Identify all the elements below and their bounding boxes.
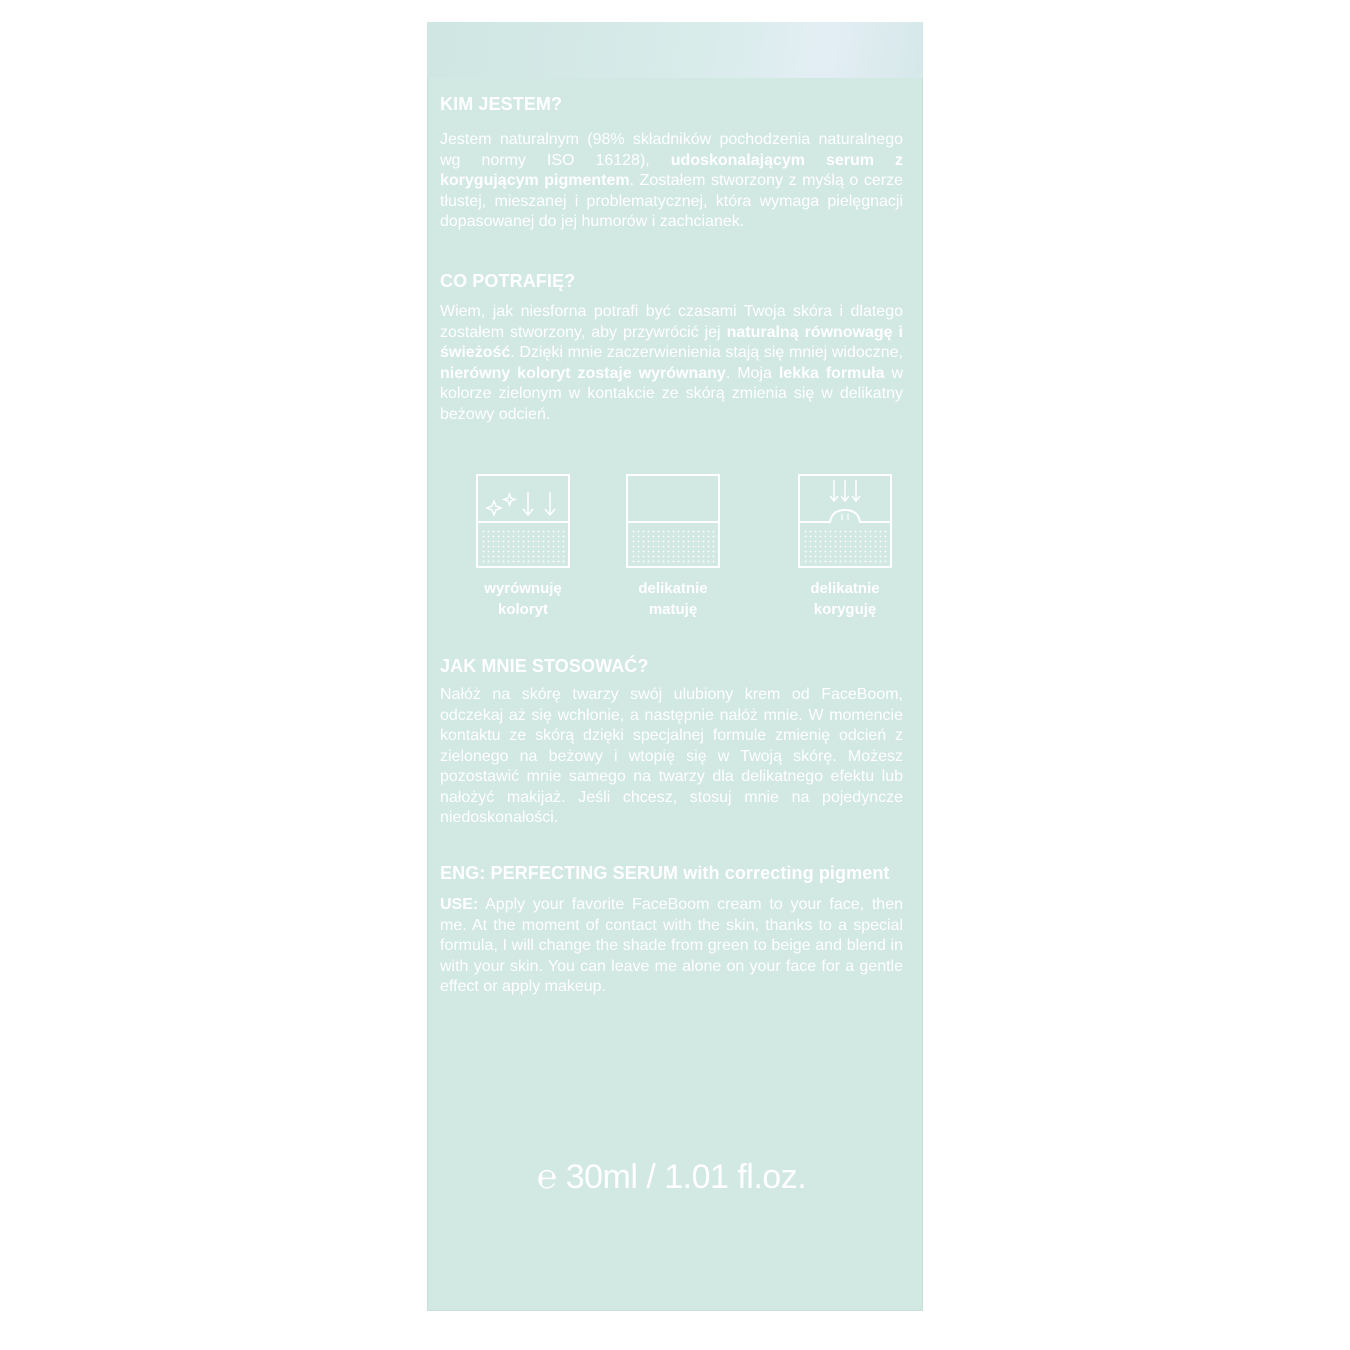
benefit-correct: delikatnie koryguję [780, 474, 910, 620]
benefit-icons: wyrównuję koloryt delikatnie matuję deli… [440, 474, 903, 624]
section-who-am-i: KIM JESTEM? Jestem naturalnym (98% skład… [440, 93, 903, 233]
section-title: ENG: PERFECTING SERUM with correcting pi… [440, 863, 890, 883]
section-text: Jestem naturalnym (98% składników pochod… [440, 131, 904, 230]
estimated-sign-icon: ℮ [536, 1158, 557, 1196]
benefit-label: delikatnie matuję [638, 580, 708, 618]
benefit-matte: delikatnie matuję [608, 474, 738, 620]
volume-text: 30ml / 1.01 fl.oz. [565, 1158, 807, 1196]
section-english: ENG: PERFECTING SERUM with correcting pi… [440, 862, 903, 998]
even-tone-icon [476, 474, 570, 568]
section-title: JAK MNIE STOSOWAĆ? [440, 656, 649, 676]
section-text: Nałóż na skórę twarzy swój ulubiony krem… [440, 686, 903, 826]
correct-icon [798, 474, 892, 568]
section-what-can-i-do: CO POTRAFIĘ? Wiem, jak niesforna potrafi… [440, 270, 903, 425]
section-title: KIM JESTEM? [440, 94, 563, 114]
section-text: Wiem, jak niesforna potrafi być czasami … [440, 303, 904, 423]
box-top-flap [427, 22, 923, 78]
section-text: USE: Apply your favorite FaceBoom cream … [440, 896, 903, 995]
benefit-even-tone: wyrównuję koloryt [458, 474, 588, 620]
benefit-label: delikatnie koryguję [810, 580, 880, 618]
volume-label: ℮ 30ml / 1.01 fl.oz. [440, 1158, 903, 1197]
benefit-label: wyrównuję koloryt [484, 580, 562, 618]
section-title: CO POTRAFIĘ? [440, 271, 576, 291]
matte-icon [626, 474, 720, 568]
section-how-to-use: JAK MNIE STOSOWAĆ? Nałóż na skórę twarzy… [440, 655, 903, 829]
